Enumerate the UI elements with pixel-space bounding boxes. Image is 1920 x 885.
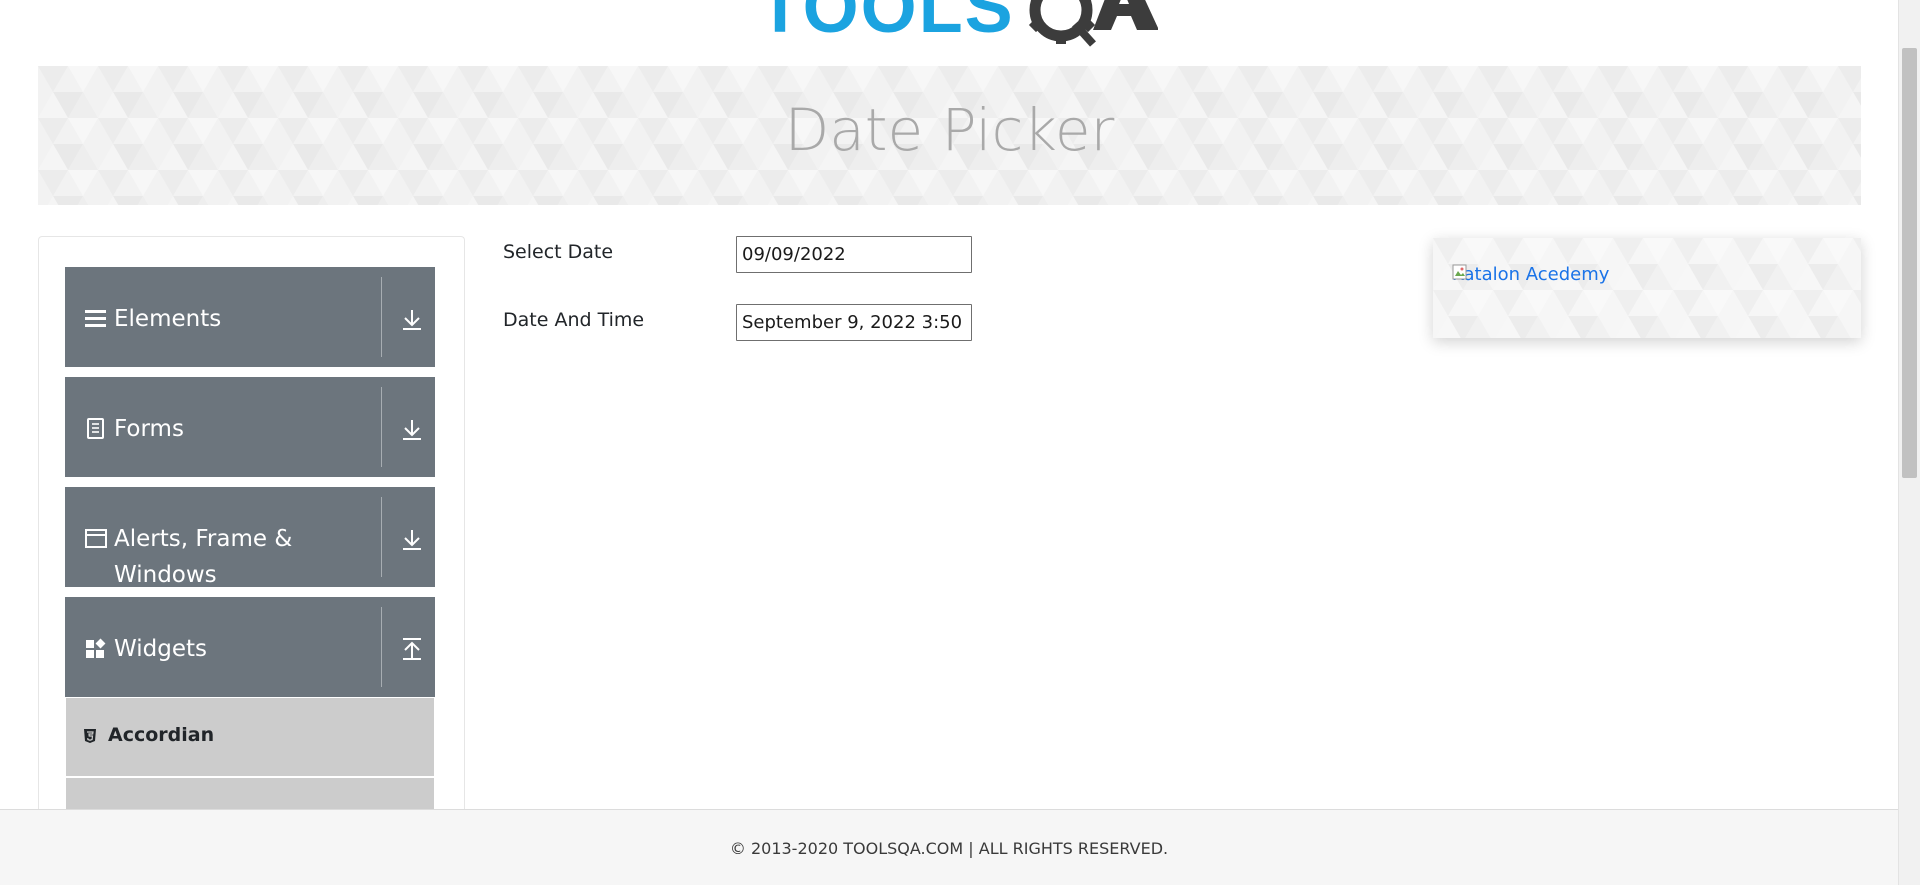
page-title: Date Picker (784, 96, 1115, 164)
logo-text-tools: TOOLS (758, 0, 1015, 48)
sidebar-menu: Elements Forms Alerts, Frame & Windows W… (38, 236, 465, 836)
ad-hex-pattern (1433, 238, 1861, 338)
vertical-scrollbar[interactable] (1898, 0, 1920, 885)
hamburger-icon (85, 310, 106, 327)
logo-gear-icon (1028, 0, 1158, 47)
html5-icon (84, 729, 96, 743)
select-date-label: Select Date (503, 241, 614, 263)
toolsqa-logo[interactable]: TOOLS (758, 0, 1158, 54)
katalon-ad-link[interactable]: Katalon Acedemy (1452, 264, 1609, 285)
footer-copyright: © 2013-2020 TOOLSQA.COM | ALL RIGHTS RES… (729, 839, 1169, 858)
sidebar-group-label: Forms (114, 416, 184, 442)
sidebar-group-elements[interactable]: Elements (65, 267, 435, 367)
widgets-icon (86, 638, 106, 658)
document-icon (87, 418, 104, 439)
sidebar-group-label: Alerts, Frame & Windows (114, 526, 293, 588)
divider (381, 497, 382, 577)
sidebar-item-label: Accordian (108, 724, 215, 746)
katalon-ad-banner[interactable]: Katalon Acedemy (1433, 238, 1861, 338)
divider (381, 607, 382, 687)
sidebar-item-accordian[interactable]: Accordian (66, 698, 434, 776)
sidebar-group-forms[interactable]: Forms (65, 377, 435, 477)
page-footer: © 2013-2020 TOOLSQA.COM | ALL RIGHTS RES… (0, 809, 1898, 885)
divider (381, 387, 382, 467)
sidebar-group-alerts[interactable]: Alerts, Frame & Windows (65, 487, 435, 588)
download-arrow-icon[interactable] (401, 307, 423, 331)
date-and-time-input[interactable] (736, 304, 972, 341)
upload-arrow-icon[interactable] (401, 637, 423, 661)
select-date-input[interactable] (736, 236, 972, 273)
date-and-time-label: Date And Time (503, 309, 645, 331)
broken-image-icon (1452, 264, 1467, 280)
window-icon (85, 529, 107, 548)
divider (381, 277, 382, 357)
download-arrow-icon[interactable] (401, 527, 423, 551)
page-banner: Date Picker (38, 66, 1861, 205)
sidebar-group-label: Elements (114, 306, 222, 332)
sidebar-group-label: Widgets (114, 636, 207, 662)
sidebar-group-widgets[interactable]: Widgets (65, 597, 435, 697)
download-arrow-icon[interactable] (401, 417, 423, 441)
scrollbar-thumb[interactable] (1902, 48, 1917, 478)
katalon-ad-alt-text: Katalon Acedemy (1452, 264, 1610, 285)
